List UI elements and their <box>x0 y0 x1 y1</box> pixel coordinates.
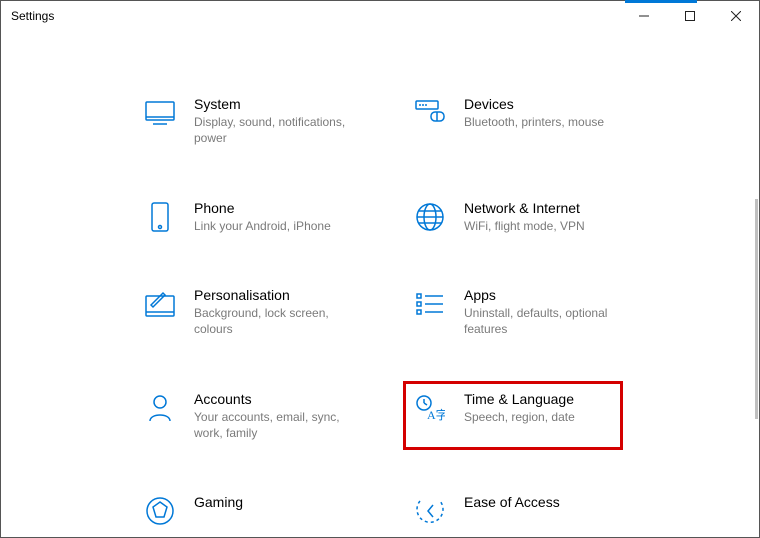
tile-desc: Bluetooth, printers, mouse <box>464 114 604 130</box>
tile-devices[interactable]: Devices Bluetooth, printers, mouse <box>406 89 646 153</box>
tile-phone[interactable]: Phone Link your Android, iPhone <box>136 193 376 240</box>
apps-list-icon <box>414 288 446 320</box>
settings-window: Settings System Display, sound, notifica… <box>0 0 760 538</box>
tile-title: Phone <box>194 199 331 217</box>
maximize-button[interactable] <box>667 1 713 31</box>
gaming-icon <box>144 495 176 527</box>
tile-title: Personalisation <box>194 286 349 304</box>
tile-apps[interactable]: Apps Uninstall, defaults, optional featu… <box>406 280 646 344</box>
ease-of-access-icon <box>414 495 446 527</box>
tile-title: Time & Language <box>464 390 575 408</box>
scrollbar[interactable] <box>755 199 758 419</box>
tile-title: Apps <box>464 286 619 304</box>
phone-icon <box>144 201 176 233</box>
tile-accounts[interactable]: Accounts Your accounts, email, sync, wor… <box>136 384 376 448</box>
window-accent <box>625 0 697 3</box>
tile-desc: Your accounts, email, sync, work, family <box>194 409 349 441</box>
titlebar: Settings <box>1 1 759 31</box>
tile-title: Ease of Access <box>464 493 560 511</box>
devices-icon <box>414 97 446 129</box>
window-buttons <box>621 1 759 31</box>
tile-gaming[interactable]: Gaming <box>136 487 376 533</box>
time-language-icon: A字 <box>414 392 446 424</box>
tile-ease-of-access[interactable]: Ease of Access <box>406 487 646 533</box>
tile-title: Devices <box>464 95 604 113</box>
svg-text:A字: A字 <box>427 407 445 422</box>
tile-title: Gaming <box>194 493 243 511</box>
paintbrush-icon <box>144 288 176 320</box>
tile-desc: Background, lock screen, colours <box>194 305 349 337</box>
tile-time-language[interactable]: A字 Time & Language Speech, region, date <box>406 384 620 448</box>
tile-desc: Uninstall, defaults, optional features <box>464 305 619 337</box>
minimize-button[interactable] <box>621 1 667 31</box>
tile-personalisation[interactable]: Personalisation Background, lock screen,… <box>136 280 376 344</box>
globe-icon <box>414 201 446 233</box>
tile-desc: Speech, region, date <box>464 409 575 425</box>
system-icon <box>144 97 176 129</box>
content-area: System Display, sound, notifications, po… <box>1 31 759 537</box>
tile-title: Accounts <box>194 390 349 408</box>
tile-desc: Link your Android, iPhone <box>194 218 331 234</box>
tile-network[interactable]: Network & Internet WiFi, flight mode, VP… <box>406 193 646 240</box>
window-title: Settings <box>11 9 54 23</box>
tile-desc: Display, sound, notifications, power <box>194 114 349 146</box>
tile-system[interactable]: System Display, sound, notifications, po… <box>136 89 376 153</box>
tile-title: Network & Internet <box>464 199 585 217</box>
close-button[interactable] <box>713 1 759 31</box>
tile-title: System <box>194 95 349 113</box>
tile-desc: WiFi, flight mode, VPN <box>464 218 585 234</box>
person-icon <box>144 392 176 424</box>
settings-grid: System Display, sound, notifications, po… <box>1 31 759 533</box>
